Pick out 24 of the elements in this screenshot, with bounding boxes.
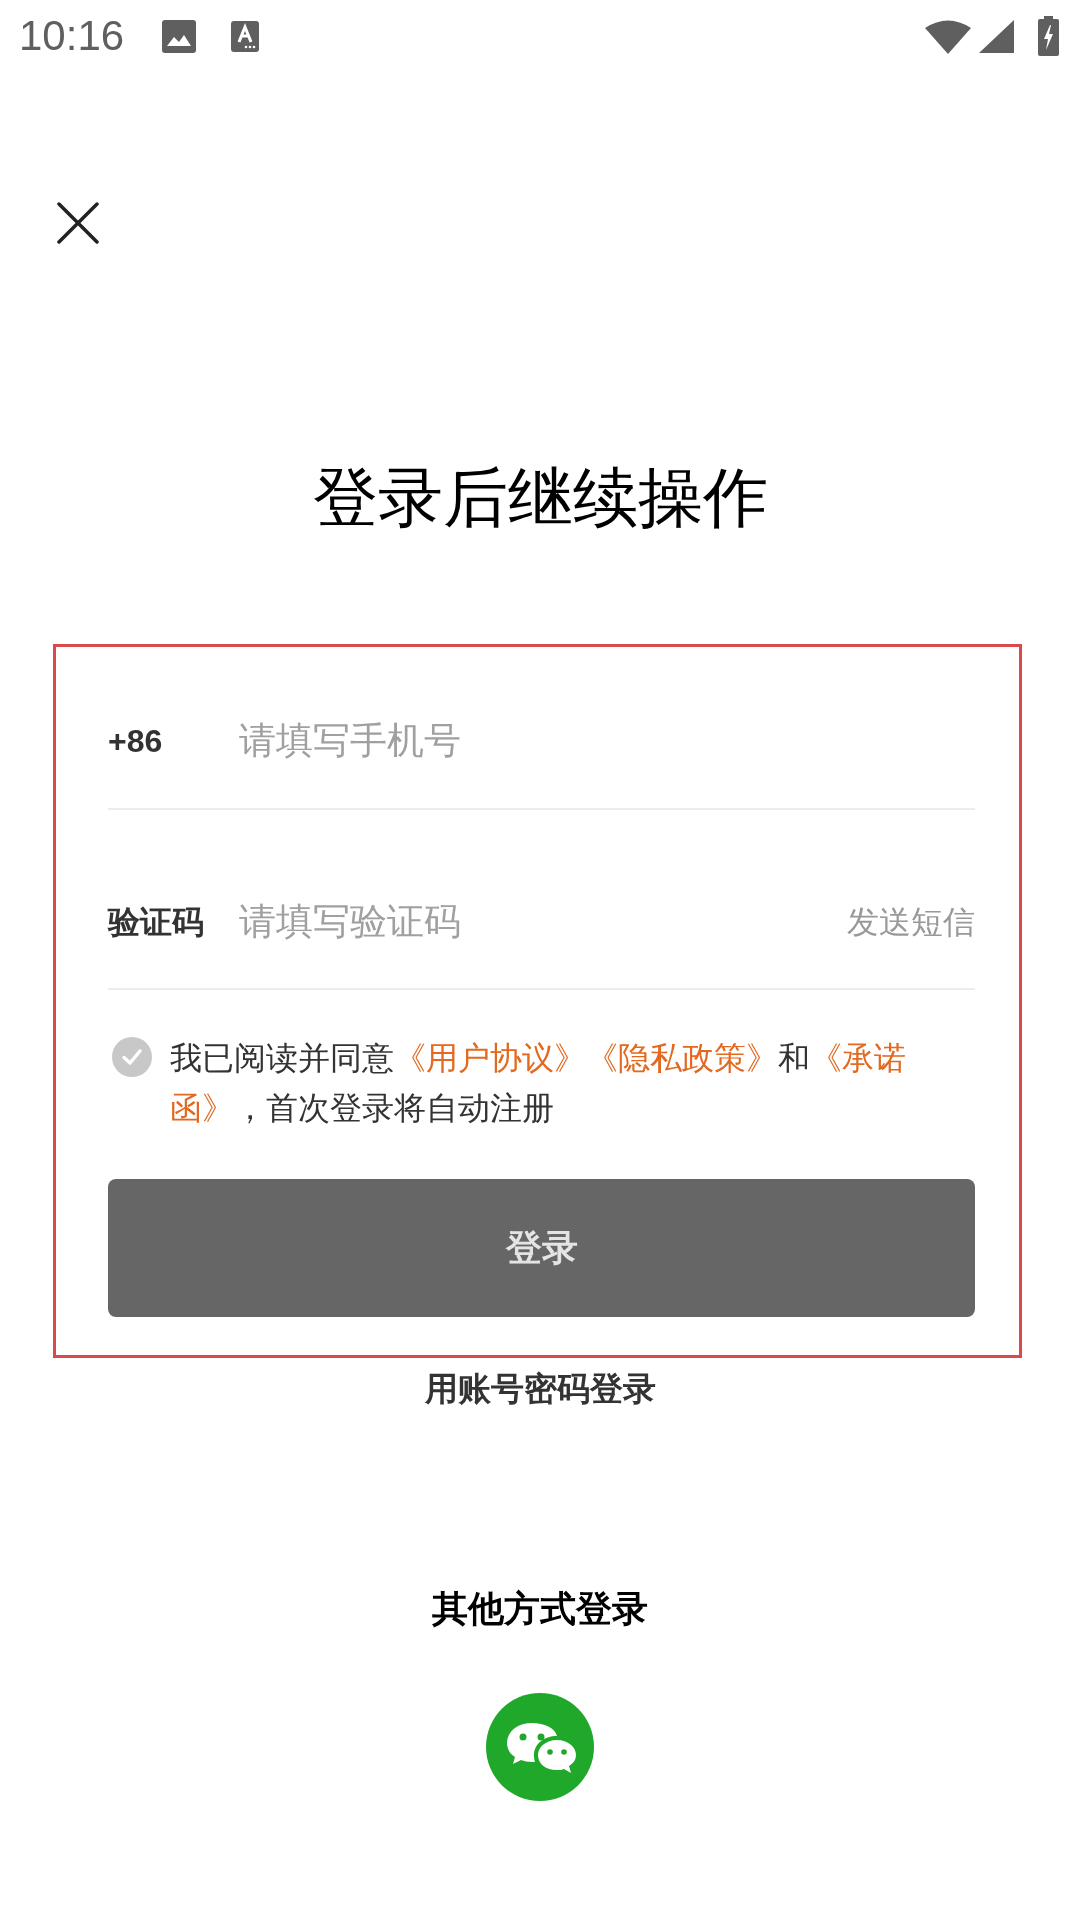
country-code: +86: [108, 721, 164, 761]
phone-input[interactable]: 请填写手机号: [239, 712, 975, 769]
agreement-link[interactable]: 《隐私政策》: [586, 1040, 778, 1076]
wechat-login-button[interactable]: [486, 1693, 594, 1801]
code-input[interactable]: 请填写验证码: [239, 894, 847, 950]
account-login-link[interactable]: 用账号密码登录: [424, 1369, 656, 1409]
agreement-link[interactable]: 函》: [170, 1090, 234, 1126]
close-button[interactable]: [57, 202, 99, 244]
other-login-heading: 其他方式登录: [432, 1587, 648, 1631]
agreement-checkbox[interactable]: [112, 1037, 152, 1077]
image-icon: [162, 19, 197, 53]
notification-icon: [231, 20, 260, 52]
battery-charging-icon: [1038, 16, 1059, 56]
page-title: 登录后继续操作: [312, 460, 768, 536]
close-icon: [57, 202, 99, 244]
signal-icon: [979, 19, 1014, 53]
status-time: 10:16: [19, 12, 125, 60]
agreement-link[interactable]: 《用户协议》: [394, 1040, 586, 1076]
wifi-icon: [925, 18, 971, 54]
agreement-text: 我已阅读并同意《用户协议》《隐私政策》和《承诺 函》，首次登录将自动注册: [170, 1039, 907, 1128]
code-label: 验证码: [108, 903, 205, 942]
chat-bubbles-icon: [486, 1693, 594, 1801]
agreement-link[interactable]: 《承诺: [810, 1040, 906, 1076]
send-code-link[interactable]: 发送短信: [847, 902, 975, 942]
